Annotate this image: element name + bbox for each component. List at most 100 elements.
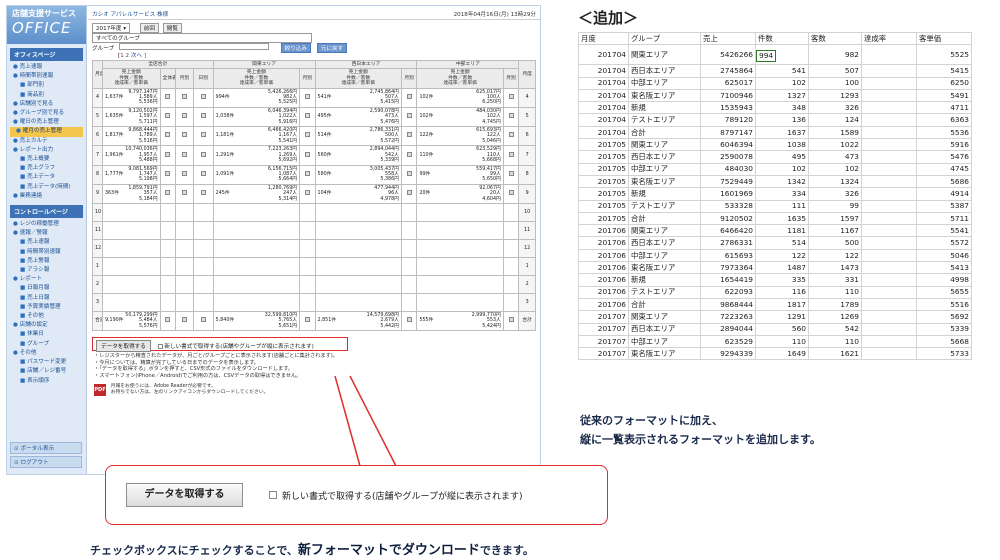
sidebar-item[interactable]: ● 業務連絡 [7,192,86,201]
view-button[interactable]: 閲覧 [162,23,182,33]
monthly-icon[interactable] [181,170,187,176]
sidebar-item[interactable]: ■ アラシ報 [7,266,86,275]
display-all-icon[interactable] [165,317,171,323]
sidebar-item[interactable]: ■ パスワード変更 [7,358,86,367]
sidebar-item[interactable]: ■ 売上概要 [7,155,86,164]
sidebar-item[interactable]: ● 曜日の売上管理 [7,118,86,127]
sidebar-item[interactable]: ● 店舗の設定 [7,321,86,330]
chubu-monthly-icon[interactable] [508,190,514,196]
west-monthly-icon[interactable] [406,151,412,157]
sidebar-item[interactable]: ● 売上速報 [7,63,86,72]
daily-icon[interactable] [200,113,206,119]
display-all-icon[interactable] [165,94,171,100]
filter-button[interactable]: 絞り込み [280,43,311,53]
chubu-monthly-icon[interactable] [508,94,514,100]
chubu-monthly-icon[interactable] [508,170,514,176]
daily-icon[interactable] [200,190,206,196]
prev-button[interactable]: 前回 [139,23,159,33]
new-format-checkbox-zoom[interactable] [269,491,277,499]
year-select[interactable]: 2017年度 ▾ [92,23,131,33]
kanto-monthly-icon[interactable] [304,132,310,138]
reset-button[interactable]: 元に戻す [316,43,348,53]
west-monthly-icon[interactable] [406,132,412,138]
sidebar-item[interactable]: ■ 売上日報 [7,294,86,303]
table-cell: 1597 [808,211,862,226]
sidebar-item[interactable]: ● その他 [7,349,86,358]
daily-icon[interactable] [200,317,206,323]
sidebar-item[interactable]: ■ 部門別 [7,81,86,90]
sidebar-item[interactable]: ■ 売上警報 [7,257,86,266]
kanto-monthly-icon[interactable] [304,317,310,323]
table-cell: 5525 [916,44,972,66]
sidebar-item[interactable]: ■ 商品別 [7,91,86,100]
sidebar-item[interactable]: ● 時間帯別速報 [7,72,86,81]
sidebar-item[interactable]: ■ 店舗／レジ番号 [7,367,86,376]
west-monthly-icon[interactable] [406,170,412,176]
fetch-data-button-zoom[interactable]: データを取得する [126,483,243,507]
empty-cell [400,202,418,222]
kanto-monthly-icon[interactable] [304,94,310,100]
sidebar-item[interactable]: ● レポート [7,275,86,284]
chubu-monthly-icon[interactable] [508,132,514,138]
sidebar-item[interactable]: ■ 表示順序 [7,377,86,386]
group-filter-input[interactable] [118,43,269,50]
portal-button[interactable]: ⊙ ポータル表示 [10,442,82,454]
sidebar-item[interactable]: ● 曜月の売上管理 [10,127,83,137]
display-all-icon[interactable] [165,151,171,157]
monthly-icon[interactable] [181,113,187,119]
total-values: 9,190件 50,179,299円 5,484人 5,576円 [101,310,161,332]
sidebar-item[interactable]: ● 速報／警報 [7,229,86,238]
bullet-icon: ● [13,73,20,80]
sidebar-item[interactable]: ■ グループ [7,340,86,349]
group-select[interactable]: すべてのグループ [92,33,312,43]
table-row: 201704 東名阪エリア 7100946 1327 1293 5491 [578,88,972,103]
sidebar-item[interactable]: ■ 休業日 [7,330,86,339]
daily-icon[interactable] [200,132,206,138]
sidebar-item-label: パスワード変更 [27,359,67,366]
monthly-icon[interactable] [181,151,187,157]
sidebar-item[interactable]: ■ 売上データ(時間) [7,183,86,192]
sidebar-item[interactable]: ■ 時間帯別速報 [7,248,86,257]
display-all-icon[interactable] [165,190,171,196]
monthly-icon[interactable] [181,94,187,100]
monthly-icon[interactable] [181,317,187,323]
monthly-icon[interactable] [181,190,187,196]
month-cell-right: 5 [518,106,536,128]
monthly-icon[interactable] [181,132,187,138]
logout-button[interactable]: ⊙ ログアウト [10,456,82,468]
sidebar-item[interactable]: ● 店舗別で見る [7,100,86,109]
sidebar-item[interactable]: ● レジの稼働管理 [7,220,86,229]
fetch-data-button[interactable]: データを取得する [96,340,151,353]
adobe-reader-icon[interactable]: PDF [94,383,106,396]
kanto-monthly-icon[interactable] [304,190,310,196]
sidebar-item[interactable]: ■ その他 [7,312,86,321]
west-monthly-icon[interactable] [406,190,412,196]
display-all-icon[interactable] [165,170,171,176]
west-monthly-icon[interactable] [406,113,412,119]
sidebar-item[interactable]: ● グループ別で見る [7,109,86,118]
sidebar-item[interactable]: ■ 予算実績管理 [7,303,86,312]
daily-icon[interactable] [200,94,206,100]
sidebar-item[interactable]: ■ 売上速報 [7,238,86,247]
sidebar-item[interactable]: ● レポート出力 [7,146,86,155]
west-monthly-icon[interactable] [406,317,412,323]
chubu-monthly-icon[interactable] [508,113,514,119]
display-all-icon[interactable] [165,132,171,138]
chubu-monthly-icon[interactable] [508,317,514,323]
sidebar-item[interactable]: ■ 売上グラフ [7,164,86,173]
sidebar-item[interactable]: ■ 日報月報 [7,284,86,293]
daily-icon[interactable] [200,170,206,176]
display-all-icon[interactable] [165,113,171,119]
daily-icon[interactable] [200,151,206,157]
pager-next-link[interactable]: 2 次へ ] [124,53,147,59]
kanto-monthly-icon[interactable] [304,113,310,119]
sidebar-item[interactable]: ● 売上カルテ [7,137,86,146]
sidebar-item[interactable]: ■ 売上データ [7,173,86,182]
kanto-monthly-icon[interactable] [304,151,310,157]
icon-cell [159,126,177,147]
chubu-metrics: 2,999,770円 553人 5,424円 [472,313,501,329]
kanto-monthly-icon[interactable] [304,170,310,176]
new-format-checkbox[interactable] [157,344,163,350]
chubu-monthly-icon[interactable] [508,151,514,157]
west-monthly-icon[interactable] [406,94,412,100]
